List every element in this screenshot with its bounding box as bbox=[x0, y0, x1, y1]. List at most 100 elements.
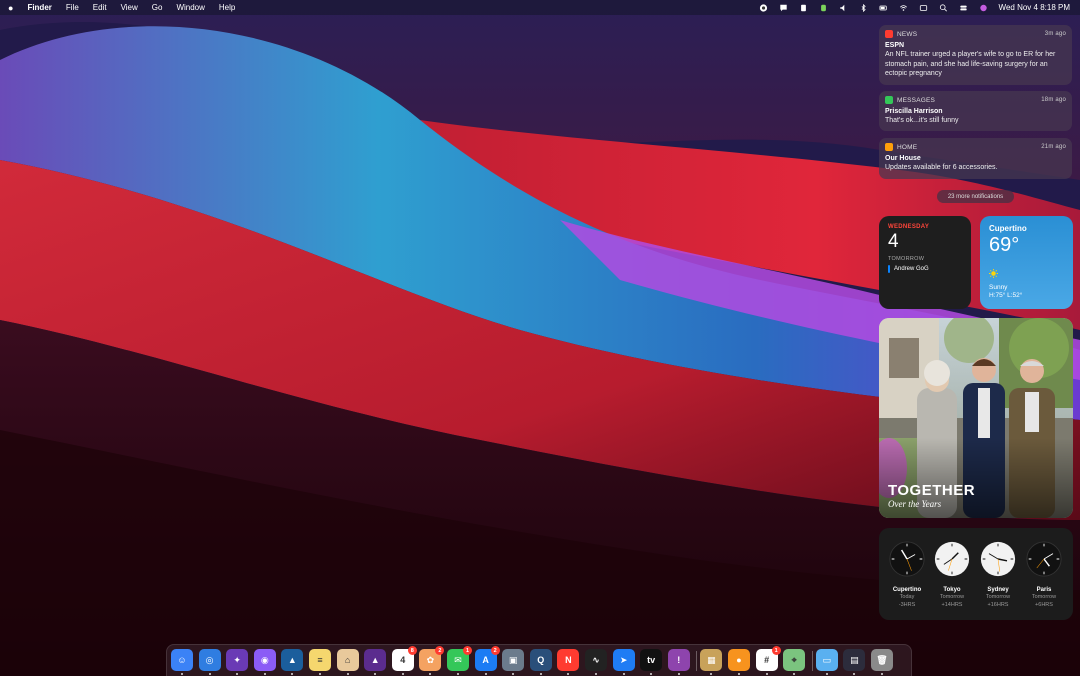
slack-icon[interactable]: #1 bbox=[755, 646, 781, 675]
clock-day: Tomorrow bbox=[985, 594, 1011, 600]
notification-messages[interactable]: MESSAGES 18m ago Priscilla Harrison That'… bbox=[879, 91, 1072, 131]
feedback-icon[interactable]: ! bbox=[667, 649, 690, 675]
photos-icon[interactable]: ✿ 2 bbox=[419, 646, 445, 675]
running-indicator bbox=[622, 673, 625, 675]
running-indicator bbox=[208, 673, 211, 675]
menu-file[interactable]: File bbox=[66, 3, 79, 12]
menu-help[interactable]: Help bbox=[219, 3, 235, 12]
final-cut-glyph: ✦ bbox=[233, 654, 241, 665]
maps-icon[interactable]: ⌖ bbox=[783, 649, 806, 675]
notification-time: 3m ago bbox=[1044, 31, 1066, 37]
apple-menu-icon[interactable]: ● bbox=[8, 3, 13, 13]
notification-body: An NFL trainer urged a player's wife to … bbox=[885, 51, 1056, 77]
trash-icon[interactable]: 🗑 bbox=[871, 649, 893, 675]
running-indicator bbox=[650, 673, 653, 675]
siri-icon[interactable] bbox=[979, 4, 988, 12]
menu-bar: ● Finder File Edit View Go Window Help W… bbox=[0, 0, 1080, 15]
bluetooth-icon[interactable] bbox=[859, 3, 868, 12]
photos-glyph: ✿ bbox=[426, 654, 435, 665]
dock-separator bbox=[696, 651, 698, 671]
battery-icon[interactable] bbox=[879, 4, 888, 12]
running-indicator bbox=[181, 673, 183, 675]
motion-icon[interactable]: ◉ bbox=[253, 649, 276, 675]
clock-face-icon bbox=[934, 541, 970, 577]
screens-icon[interactable] bbox=[919, 4, 928, 12]
motion-glyph: ◉ bbox=[260, 654, 269, 665]
calendar-widget[interactable]: WEDNESDAY 4 TOMORROW Andrew GoG bbox=[879, 216, 971, 309]
app-store-glyph: A bbox=[482, 655, 489, 665]
calendar-date: 4 bbox=[888, 231, 899, 252]
news-icon[interactable]: N bbox=[557, 649, 580, 675]
notification-news[interactable]: NEWS 3m ago ESPN An NFL trainer urged a p… bbox=[879, 25, 1072, 85]
control-center-icon[interactable] bbox=[959, 4, 968, 12]
feedback-glyph: ! bbox=[677, 655, 681, 665]
affinity-photo-icon[interactable]: ▲ bbox=[364, 649, 387, 675]
spark-icon[interactable]: ➤ bbox=[612, 649, 635, 675]
running-indicator bbox=[710, 673, 713, 675]
notification-badge: 2 bbox=[490, 646, 500, 655]
menu-go[interactable]: Go bbox=[152, 3, 163, 12]
menu-view[interactable]: View bbox=[121, 3, 138, 12]
notification-title: ESPN bbox=[885, 42, 905, 49]
notes-icon[interactable]: ≡ bbox=[309, 649, 331, 675]
app-store-icon[interactable]: A2 bbox=[474, 646, 500, 675]
search-icon[interactable] bbox=[939, 3, 948, 12]
clipboard-icon[interactable] bbox=[799, 4, 808, 12]
photos-title: TOGETHER bbox=[888, 482, 976, 499]
pixelmator-icon[interactable]: ▦ bbox=[700, 649, 723, 675]
final-cut-icon[interactable]: ✦ bbox=[226, 649, 249, 675]
finder-icon[interactable]: ☺ bbox=[171, 649, 193, 675]
menu-edit[interactable]: Edit bbox=[93, 3, 107, 12]
folder-icon[interactable]: ▭ bbox=[815, 649, 838, 675]
activity-monitor-icon[interactable]: ∿ bbox=[585, 649, 607, 675]
dock-separator bbox=[811, 651, 813, 671]
maps-glyph: ⌖ bbox=[791, 654, 797, 665]
affinity-designer-icon[interactable]: ▲ bbox=[281, 649, 304, 675]
running-indicator bbox=[853, 673, 856, 675]
menu-clock[interactable]: Wed Nov 4 8:18 PM bbox=[999, 3, 1070, 12]
event-color-bar bbox=[888, 265, 890, 273]
running-indicator bbox=[765, 673, 768, 675]
messages-icon[interactable]: ✉ 1 bbox=[447, 646, 472, 675]
volume-mute-icon[interactable] bbox=[839, 4, 848, 12]
clock-day: Today bbox=[899, 594, 915, 600]
messages-glyph: ✉ bbox=[454, 654, 462, 665]
evernote-icon[interactable] bbox=[819, 4, 828, 12]
more-notifications-button[interactable]: 23 more notifications bbox=[937, 190, 1014, 203]
screen-record-icon[interactable] bbox=[759, 3, 768, 12]
clock-face-icon bbox=[889, 541, 925, 577]
running-indicator bbox=[567, 673, 570, 675]
calendar-event[interactable]: Andrew GoG bbox=[888, 265, 962, 273]
running-indicator bbox=[319, 673, 321, 675]
preview-icon[interactable]: ▣ bbox=[502, 649, 525, 675]
downloads-stack-icon[interactable]: ▤ bbox=[843, 649, 866, 675]
tangerine-icon[interactable]: ● bbox=[728, 649, 750, 675]
apple-tv-glyph: tv bbox=[647, 655, 656, 665]
notification-home[interactable]: HOME 21m ago Our House Updates available … bbox=[879, 138, 1072, 179]
clock-tokyo: Tokyo Tomorrow +14HRS bbox=[932, 541, 972, 609]
world-clock-widget[interactable]: Cupertino Today -3HRS Tokyo Tomorrow +14… bbox=[879, 528, 1073, 620]
clock-day: Tomorrow bbox=[939, 594, 965, 600]
photos-caption: TOGETHER Over the Years bbox=[888, 482, 975, 509]
activity-monitor-glyph: ∿ bbox=[592, 654, 600, 665]
menu-window[interactable]: Window bbox=[176, 3, 204, 12]
chat-icon[interactable] bbox=[779, 4, 788, 12]
weather-widget[interactable]: Cupertino 69° Sunny H:75° L:52° bbox=[980, 216, 1073, 309]
lasso-icon[interactable]: ⌂ bbox=[336, 649, 359, 675]
notification-time: 18m ago bbox=[1041, 97, 1066, 103]
weather-city: Cupertino bbox=[989, 224, 1027, 233]
wifi-icon[interactable] bbox=[899, 4, 908, 12]
quicktime-icon[interactable]: Q bbox=[529, 649, 552, 675]
photos-widget[interactable]: TOGETHER Over the Years bbox=[879, 318, 1073, 518]
menu-app-name[interactable]: Finder bbox=[27, 3, 51, 12]
running-indicator bbox=[825, 673, 828, 675]
apple-tv-icon[interactable]: tv bbox=[640, 649, 663, 675]
calendar-icon[interactable]: 48 bbox=[391, 646, 417, 675]
slack-glyph: # bbox=[764, 655, 770, 665]
running-indicator bbox=[346, 673, 349, 675]
home-app-icon bbox=[885, 143, 893, 151]
notes-glyph: ≡ bbox=[317, 655, 323, 665]
safari-icon[interactable]: ◎ bbox=[198, 649, 221, 675]
running-indicator bbox=[595, 673, 597, 675]
running-indicator bbox=[677, 673, 680, 675]
